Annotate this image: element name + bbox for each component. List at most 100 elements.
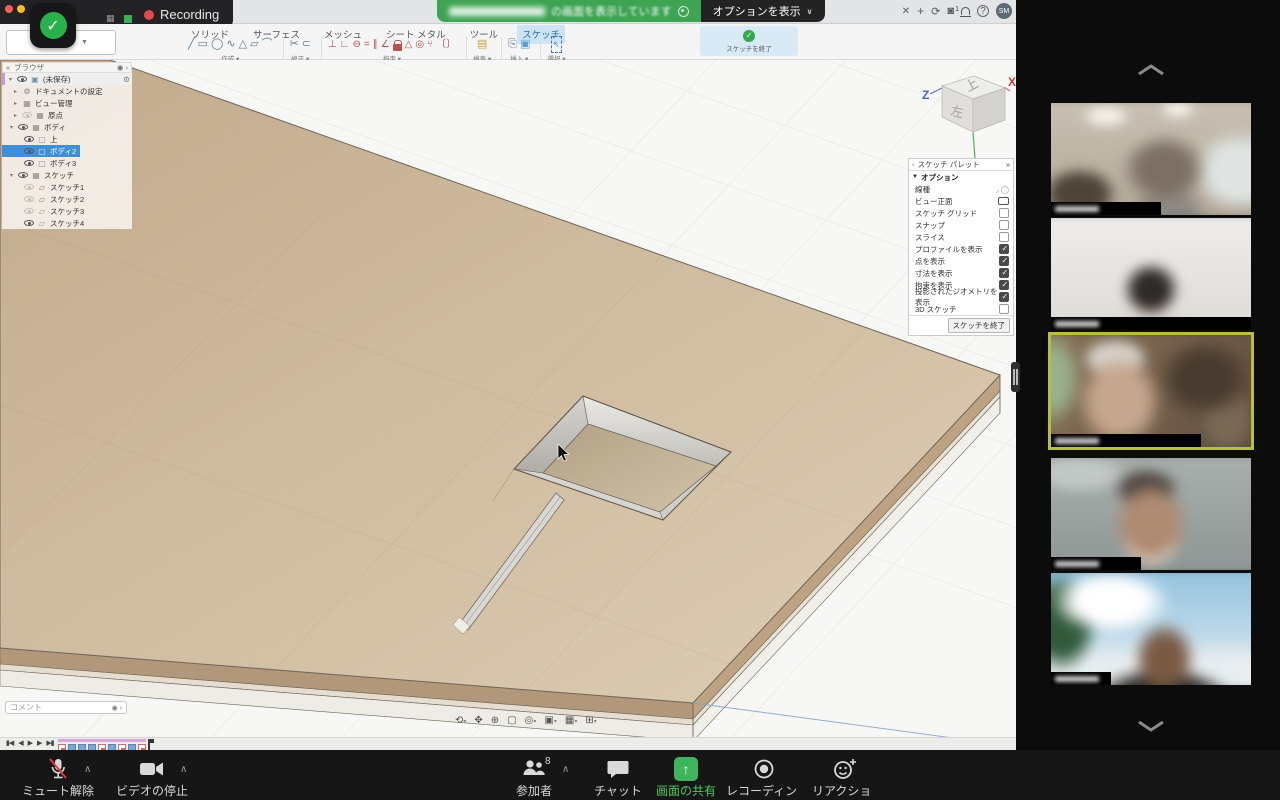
visibility-eye-icon[interactable] xyxy=(22,112,32,118)
participant-video-4[interactable] xyxy=(1051,458,1251,570)
circle-style-icon[interactable]: ◯ xyxy=(1001,185,1009,194)
fit-icon[interactable]: ▢ xyxy=(507,715,516,726)
visibility-eye-icon[interactable] xyxy=(24,184,34,190)
share-options-button[interactable]: オプションを表示 ∨ xyxy=(701,0,825,22)
participants-button[interactable]: 8 参加者 ∧ xyxy=(496,756,572,799)
concentric-constraint-icon[interactable]: ◎ xyxy=(415,37,424,52)
slot-tool-icon[interactable]: ▱ xyxy=(250,37,258,52)
mac-minimize-button[interactable] xyxy=(17,5,25,13)
visibility-eye-icon[interactable] xyxy=(24,208,34,214)
coincident-constraint-icon[interactable]: ∟ xyxy=(340,37,350,52)
timeline-position-marker[interactable] xyxy=(148,742,150,750)
participant-video-1[interactable] xyxy=(1051,103,1251,215)
sidebar-resize-handle[interactable] xyxy=(1011,362,1020,392)
browser-node-sketch3[interactable]: ▱スケッチ3 xyxy=(2,205,132,217)
scroll-down-chevron[interactable] xyxy=(1136,718,1166,734)
job-status-icon[interactable]: ◙1 xyxy=(947,5,954,17)
new-tab-icon[interactable]: + xyxy=(917,4,924,18)
show-points-checkbox[interactable] xyxy=(999,256,1009,266)
3d-sketch-checkbox[interactable] xyxy=(999,304,1009,314)
play-icon[interactable]: ▶ xyxy=(28,739,32,747)
palette-collapse-icon[interactable]: » xyxy=(1006,160,1010,169)
insert-image-icon[interactable]: ▣ xyxy=(520,37,530,52)
participant-video-2[interactable] xyxy=(1051,218,1251,330)
3d-viewport[interactable]: 上 左 Z X « ブラウザ ◉ › ▾ ▣ (未保存) ⚙ xyxy=(0,60,1016,737)
insert-file-icon[interactable]: ⎘ xyxy=(508,37,517,52)
browser-header[interactable]: « ブラウザ ◉ › xyxy=(2,62,132,73)
browser-node-bodies[interactable]: ▾▦ボディ xyxy=(2,121,132,133)
magnifier-icon[interactable]: ◎▾ xyxy=(525,715,537,726)
mute-button[interactable]: ミュート解除 ∧ xyxy=(12,756,104,799)
perpendicular-constraint-icon[interactable]: ∠ xyxy=(381,37,390,52)
go-start-icon[interactable]: ▮◀ xyxy=(6,739,13,747)
chat-button[interactable]: チャット xyxy=(588,756,648,799)
visibility-eye-icon[interactable] xyxy=(18,124,28,130)
browser-node-body2[interactable]: ▢ボディ2 xyxy=(2,145,80,157)
fix-constraint-icon[interactable] xyxy=(393,44,402,51)
visibility-eye-icon[interactable] xyxy=(24,160,34,166)
arc-tool-icon[interactable]: ⌒ xyxy=(262,37,273,52)
show-profile-checkbox[interactable] xyxy=(999,244,1009,254)
step-forward-icon[interactable]: ▶ xyxy=(37,739,41,747)
visibility-eye-icon[interactable] xyxy=(18,172,28,178)
browser-node-sketch2[interactable]: ▱スケッチ2 xyxy=(2,193,132,205)
participant-video-5[interactable] xyxy=(1051,573,1251,685)
browser-node-sketch4[interactable]: ▱スケッチ4 xyxy=(2,217,132,229)
tab-close-icon[interactable]: ✕ xyxy=(902,6,910,17)
zoom-tool-icon[interactable]: ⊕ xyxy=(491,715,499,726)
show-projected-checkbox[interactable] xyxy=(999,292,1009,302)
browser-node-view-management[interactable]: ▸▦ビュー管理 xyxy=(2,97,132,109)
browser-node-body3[interactable]: ▢ボディ3 xyxy=(2,157,132,169)
trim-tool-icon[interactable]: ✂ xyxy=(290,37,299,52)
visibility-eye-icon[interactable] xyxy=(24,196,34,202)
share-screen-button[interactable]: ↑ 画面の共有 xyxy=(656,756,716,799)
show-constraints-checkbox[interactable] xyxy=(999,280,1009,290)
measure-tool-icon[interactable]: ▤ xyxy=(477,37,487,52)
browser-node-origin[interactable]: ▸▦原点 xyxy=(2,109,132,121)
browser-options-icon[interactable]: ◉ › xyxy=(117,63,128,72)
step-back-icon[interactable]: ◀ xyxy=(18,739,22,747)
circle-tool-icon[interactable]: ◯ xyxy=(211,37,223,52)
sketch-palette-header[interactable]: ◦ スケッチ パレット » xyxy=(909,159,1013,171)
comment-send-icon[interactable]: ◉ › xyxy=(112,704,122,712)
visibility-eye-icon[interactable] xyxy=(24,148,34,154)
options-section-header[interactable]: ▼ オプション xyxy=(909,171,1013,183)
pan-icon[interactable]: ✥ xyxy=(474,715,482,726)
browser-node-body-top[interactable]: ▢上 xyxy=(2,133,132,145)
browser-node-sketch1[interactable]: ▱スケッチ1 xyxy=(2,181,132,193)
tangent-constraint-icon[interactable]: ⊖ xyxy=(352,37,360,52)
browser-node-document-settings[interactable]: ▸⚙ドキュメントの設定 xyxy=(2,85,132,97)
sketch-grid-checkbox[interactable] xyxy=(999,208,1009,218)
scroll-up-chevron[interactable] xyxy=(1136,62,1166,78)
mute-options-chevron[interactable]: ∧ xyxy=(84,764,91,775)
visibility-eye-icon[interactable] xyxy=(17,76,27,82)
browser-node-sketches[interactable]: ▾▦スケッチ xyxy=(2,169,132,181)
rectangle-tool-icon[interactable]: ▭ xyxy=(198,37,208,52)
mac-close-button[interactable] xyxy=(5,5,13,13)
comment-input[interactable]: コメント ◉ › xyxy=(5,701,127,714)
grid-settings-icon[interactable]: ▦▾ xyxy=(565,715,577,726)
parallel-constraint-icon[interactable]: ∥ xyxy=(373,37,378,52)
recording-button[interactable]: レコーディング xyxy=(726,756,802,800)
orbit-icon[interactable]: ⟲▾ xyxy=(455,715,466,726)
notifications-bell-icon[interactable] xyxy=(961,7,970,15)
help-icon[interactable]: ? xyxy=(977,5,989,17)
equal-constraint-icon[interactable]: = xyxy=(364,37,370,52)
browser-root-row[interactable]: ▾ ▣ (未保存) ⚙ xyxy=(2,73,132,85)
collapse-icon[interactable]: « xyxy=(6,63,10,72)
polygon-tool-icon[interactable]: △ xyxy=(239,37,247,52)
line-tool-icon[interactable]: ╱ xyxy=(188,37,195,52)
offset-tool-icon[interactable]: ⊂ xyxy=(302,37,311,52)
participants-options-chevron[interactable]: ∧ xyxy=(562,764,569,775)
participant-video-3-active-speaker[interactable] xyxy=(1051,335,1251,447)
account-avatar[interactable]: SM xyxy=(996,3,1012,19)
viewport-layout-icon[interactable]: ⊞▾ xyxy=(585,715,596,726)
visibility-eye-icon[interactable] xyxy=(24,220,34,226)
display-settings-icon[interactable]: ▣▾ xyxy=(544,715,556,726)
spline-tool-icon[interactable]: ∿ xyxy=(226,37,235,52)
palette-finish-sketch-button[interactable]: スケッチを終了 xyxy=(948,318,1011,333)
slice-checkbox[interactable] xyxy=(999,232,1009,242)
symmetry-constraint-icon[interactable]: ⑂ xyxy=(427,37,433,52)
reactions-button[interactable]: リアクション xyxy=(812,756,878,800)
go-end-icon[interactable]: ▶▮ xyxy=(46,739,53,747)
